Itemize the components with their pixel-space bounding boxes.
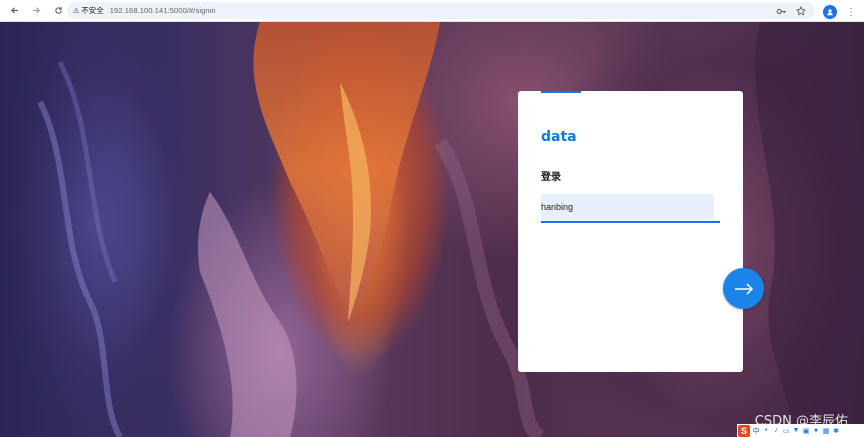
kebab-menu-icon[interactable]: ⋮ xyxy=(846,7,856,18)
arrow-right-icon xyxy=(32,7,40,14)
toolbar-actions: ⋮ xyxy=(776,3,856,21)
star-icon[interactable] xyxy=(796,3,806,21)
shirt-icon[interactable]: ▼ xyxy=(792,427,800,435)
key-icon[interactable] xyxy=(776,3,787,21)
security-label: 不安全 xyxy=(81,6,104,15)
back-button[interactable] xyxy=(4,1,24,21)
punctuation-icon[interactable]: • xyxy=(762,427,770,435)
url-text[interactable]: 192.168.100.141:5000/#/signin xyxy=(110,6,216,15)
arrow-right-icon xyxy=(734,282,753,295)
grid-icon[interactable]: ▦ xyxy=(822,427,830,435)
profile-icon[interactable] xyxy=(823,5,837,19)
settings-icon[interactable]: ✱ xyxy=(832,427,840,435)
ime-logo-icon[interactable]: S xyxy=(738,424,750,437)
reload-icon xyxy=(54,6,62,14)
username-input[interactable] xyxy=(541,194,714,220)
browser-toolbar: ⚠ 不安全 192.168.100.141:5000/#/signin ⋮ xyxy=(0,0,864,22)
user-icon[interactable]: ● xyxy=(812,427,820,435)
reload-button[interactable] xyxy=(48,1,68,21)
next-button[interactable] xyxy=(723,268,764,309)
chinese-mode-icon[interactable]: 中 xyxy=(752,427,760,435)
signin-heading: 登录 xyxy=(541,172,561,183)
toolbox-icon[interactable]: ▣ xyxy=(802,427,810,435)
brand-title: data xyxy=(541,129,577,145)
address-bar[interactable]: ⚠ 不安全 192.168.100.141:5000/#/signin xyxy=(67,2,815,19)
signin-card: data 登录 xyxy=(518,91,743,372)
warning-icon: ⚠ xyxy=(73,7,80,15)
arrow-left-icon xyxy=(10,7,18,14)
system-tray: S 中 • ♪ ▭ ▼ ▣ ● ▦ ✱ xyxy=(737,424,864,437)
card-accent-bar xyxy=(541,91,581,93)
keyboard-icon[interactable]: ▭ xyxy=(782,427,790,435)
security-indicator[interactable]: ⚠ 不安全 xyxy=(73,5,104,16)
mic-icon[interactable]: ♪ xyxy=(772,427,780,435)
input-underline xyxy=(541,221,720,223)
forward-button[interactable] xyxy=(26,1,46,21)
